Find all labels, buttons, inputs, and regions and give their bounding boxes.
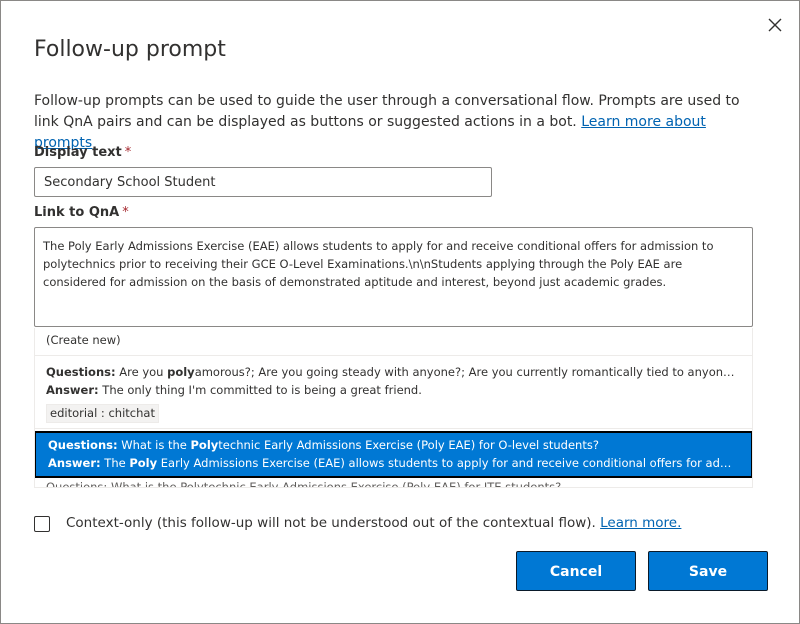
suggestion-item[interactable]: Questions: Are you polyamorous?; Are you…	[35, 355, 752, 429]
question-text-post: technic Early Admissions Exercise (Poly …	[218, 438, 599, 452]
required-marker: *	[122, 205, 129, 220]
answer-text: The only thing I'm committed to is being…	[102, 383, 422, 397]
suggestion-answer: Answer: The only thing I'm committed to …	[46, 381, 741, 399]
required-marker: *	[124, 145, 132, 160]
questions-label: Questions:	[46, 365, 116, 379]
create-new-option[interactable]: (Create new)	[35, 331, 752, 353]
answer-text-post: Early Admissions Exercise (EAE) allows s…	[157, 456, 739, 470]
dialog-title: Follow-up prompt	[34, 37, 226, 62]
follow-up-prompt-dialog: Follow-up prompt Follow-up prompts can b…	[0, 0, 800, 624]
metadata-tag: editorial : chitchat	[46, 404, 159, 423]
save-button[interactable]: Save	[648, 551, 768, 591]
question-text-pre: Are you	[119, 365, 168, 379]
answer-label: Answer:	[46, 383, 99, 397]
question-highlight: poly	[167, 365, 195, 379]
answer-text-pre: The	[104, 456, 130, 470]
qna-suggestion-list: (Create new) Questions: Are you polyamor…	[34, 328, 753, 488]
question-highlight: Poly	[190, 438, 219, 452]
context-only-checkbox[interactable]	[34, 516, 50, 532]
dialog-description: Follow-up prompts can be used to guide t…	[34, 91, 754, 154]
answer-highlight: Poly	[129, 456, 158, 470]
suggestion-questions: Questions: What is the Polytechnic Early…	[48, 436, 739, 454]
question-text-pre: What is the	[121, 438, 191, 452]
display-text-input[interactable]	[34, 167, 492, 197]
context-only-label: Context-only (this follow-up will not be…	[66, 515, 681, 531]
display-text-label-text: Display text	[34, 145, 122, 160]
link-to-qna-field[interactable]: The Poly Early Admissions Exercise (EAE)…	[34, 227, 753, 327]
close-icon[interactable]	[765, 15, 785, 35]
questions-label: Questions:	[48, 438, 118, 452]
context-learn-more-link[interactable]: Learn more.	[600, 515, 681, 531]
list-divider	[34, 487, 753, 488]
question-text-post: amorous?; Are you going steady with anyo…	[194, 365, 741, 379]
link-to-qna-label-text: Link to QnA	[34, 205, 120, 220]
suggestion-questions: Questions: Are you polyamorous?; Are you…	[46, 363, 741, 381]
display-text-label: Display text *	[34, 145, 131, 160]
context-only-text: Context-only (this follow-up will not be…	[66, 515, 596, 531]
suggestion-answer: Answer: The Poly Early Admissions Exerci…	[48, 454, 739, 472]
answer-label: Answer:	[48, 456, 101, 470]
link-to-qna-label: Link to QnA *	[34, 205, 129, 220]
cancel-button[interactable]: Cancel	[516, 551, 636, 591]
suggestion-item-selected[interactable]: Questions: What is the Polytechnic Early…	[35, 431, 752, 478]
